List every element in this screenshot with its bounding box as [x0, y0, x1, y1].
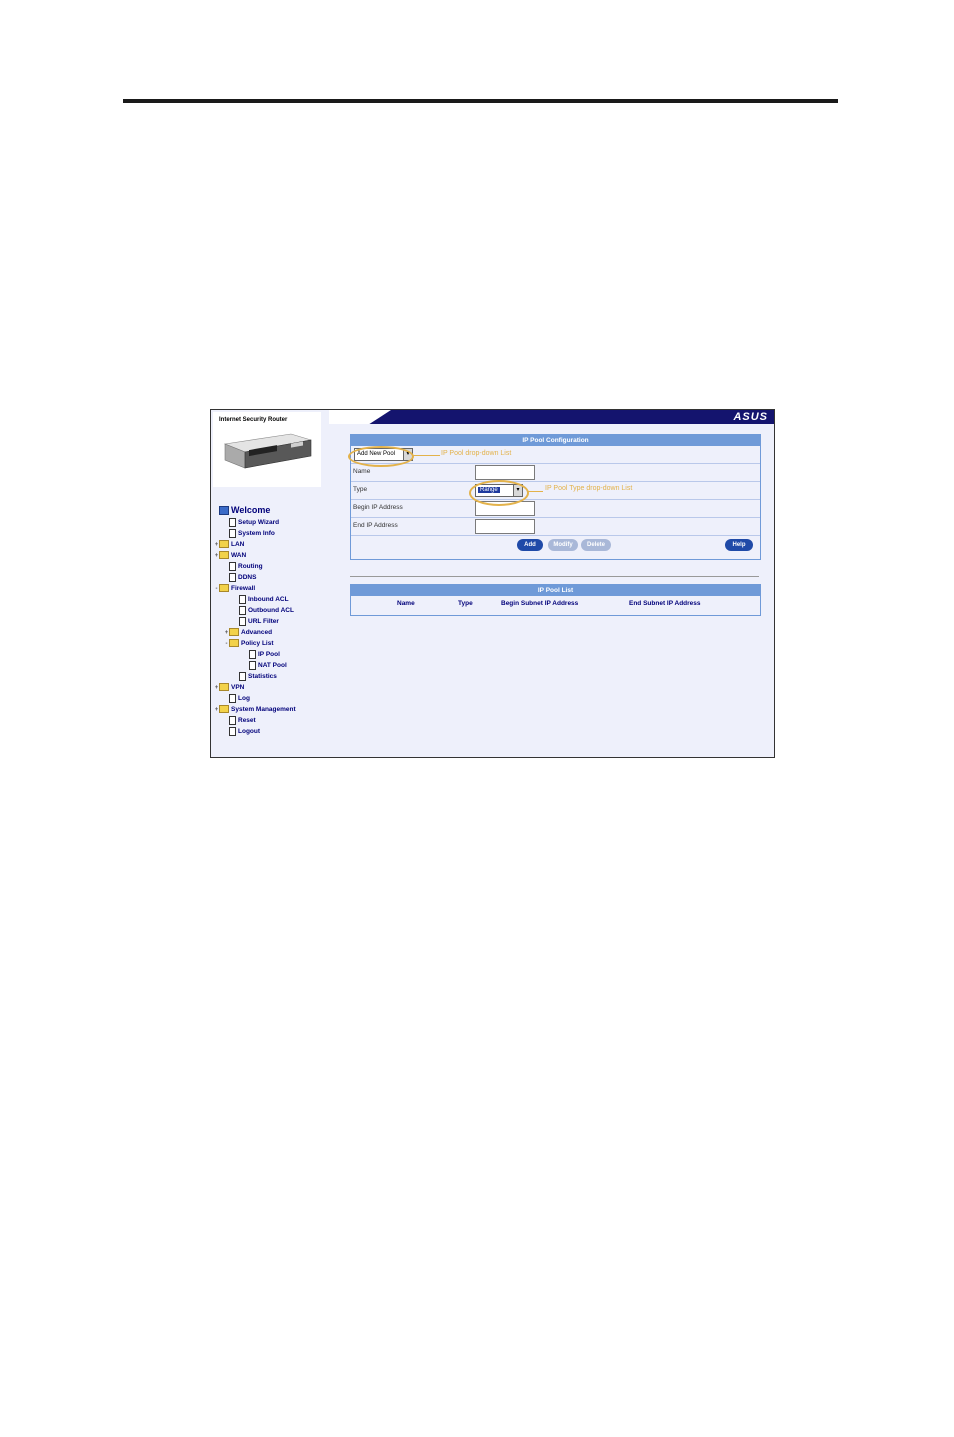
monitor-icon: [219, 506, 229, 516]
page-icon: [239, 671, 246, 681]
page-icon: [249, 660, 256, 670]
nav-item[interactable]: Log: [214, 693, 296, 704]
page-icon: [229, 693, 236, 703]
name-input[interactable]: [475, 465, 535, 480]
nav-item[interactable]: System Info: [214, 528, 296, 539]
nav-item-label: System Management: [231, 706, 296, 713]
folder-icon: [219, 683, 229, 692]
nav-item[interactable]: Logout: [214, 726, 296, 737]
nav-item-label: Log: [238, 695, 250, 702]
nav-item[interactable]: Reset: [214, 715, 296, 726]
page-icon: [229, 726, 236, 736]
nav-item-label: Advanced: [241, 629, 273, 636]
nav-item-label: LAN: [231, 541, 245, 548]
nav-item[interactable]: Outbound ACL: [214, 605, 296, 616]
end-ip-row: End IP Address: [351, 518, 760, 536]
nav-item[interactable]: Statistics: [214, 671, 296, 682]
pool-callout-text: IP Pool drop-down List: [441, 450, 512, 457]
list-header: IP Pool List: [351, 585, 760, 596]
folder-icon: [219, 551, 229, 560]
nav-item[interactable]: IP Pool: [214, 649, 296, 660]
pool-callout-line: [412, 455, 440, 456]
nav-item[interactable]: Welcome: [214, 504, 296, 517]
col-begin-ip: Begin Subnet IP Address: [501, 600, 579, 607]
folder-icon: [229, 628, 239, 637]
nav-item[interactable]: Routing: [214, 561, 296, 572]
router-device-image: [223, 433, 312, 469]
name-label: Name: [353, 468, 371, 475]
nav-item-label: System Info: [238, 530, 275, 537]
brand-logo: ASUS: [733, 411, 768, 423]
nav-item-label: Routing: [238, 563, 263, 570]
nav-item-label: Welcome: [231, 505, 271, 515]
end-ip-label: End IP Address: [353, 522, 398, 529]
folder-icon: [219, 705, 229, 714]
page-icon: [229, 715, 236, 725]
name-row: Name: [351, 464, 760, 482]
page-icon: [249, 649, 256, 659]
pool-select-highlight-oval: [348, 446, 414, 467]
nav-item[interactable]: + LAN: [214, 539, 296, 550]
begin-ip-label: Begin IP Address: [353, 504, 403, 511]
nav-item-label: DDNS: [238, 574, 257, 581]
folder-icon: [219, 584, 229, 593]
nav-item-label: NAT Pool: [258, 662, 287, 669]
nav-item[interactable]: URL Filter: [214, 616, 296, 627]
end-ip-input[interactable]: [475, 519, 535, 534]
product-title: Internet Security Router: [219, 417, 288, 423]
nav-item[interactable]: - Policy List: [214, 638, 296, 649]
nav-item-label: URL Filter: [248, 618, 279, 625]
folder-icon: [229, 639, 239, 648]
page-icon: [229, 572, 236, 582]
nav-item-label: Firewall: [231, 585, 256, 592]
ip-pool-list-panel: IP Pool List Name Type Begin Subnet IP A…: [350, 584, 761, 616]
nav-item[interactable]: NAT Pool: [214, 660, 296, 671]
page-icon: [239, 605, 246, 615]
nav-item[interactable]: + Advanced: [214, 627, 296, 638]
nav-item-label: Statistics: [248, 673, 277, 680]
add-button[interactable]: Add: [517, 539, 543, 551]
section-divider: [350, 576, 759, 577]
product-panel: Internet Security Router: [213, 412, 321, 487]
config-header: IP Pool Configuration: [351, 435, 760, 446]
page-icon: [229, 561, 236, 571]
nav-item[interactable]: + System Management: [214, 704, 296, 715]
begin-ip-row: Begin IP Address: [351, 500, 760, 518]
nav-tree: Welcome Setup Wizard System Info + LAN + WAN Ro…: [214, 504, 296, 737]
nav-item-label: Inbound ACL: [248, 596, 289, 603]
nav-item-label: VPN: [231, 684, 245, 691]
folder-icon: [219, 540, 229, 549]
nav-item[interactable]: - Firewall: [214, 583, 296, 594]
col-type: Type: [458, 600, 473, 607]
help-button[interactable]: Help: [725, 539, 753, 551]
page-top-rule: [123, 99, 838, 103]
nav-item[interactable]: + VPN: [214, 682, 296, 693]
page-icon: [239, 594, 246, 604]
nav-item-label: Reset: [238, 717, 256, 724]
left-pane: Internet Security Router Welcome Setup Wi…: [211, 410, 329, 757]
nav-item[interactable]: Inbound ACL: [214, 594, 296, 605]
page-icon: [229, 517, 236, 527]
page-icon: [239, 616, 246, 626]
nav-item-label: Setup Wizard: [238, 519, 280, 526]
nav-item-label: Logout: [238, 728, 261, 735]
type-select-highlight-oval: [469, 480, 529, 506]
nav-item-label: Policy List: [241, 640, 274, 647]
col-name: Name: [397, 600, 415, 607]
type-label: Type: [353, 486, 368, 493]
nav-item[interactable]: + WAN: [214, 550, 296, 561]
col-end-ip: End Subnet IP Address: [629, 600, 701, 607]
nav-item-label: WAN: [231, 552, 247, 559]
nav-item[interactable]: Setup Wizard: [214, 517, 296, 528]
nav-item[interactable]: DDNS: [214, 572, 296, 583]
modify-button[interactable]: Modify: [548, 539, 578, 551]
router-admin-screenshot: ASUS Internet Security Router Welcome Set…: [210, 409, 775, 758]
type-callout-text: IP Pool Type drop-down List: [545, 485, 633, 492]
type-callout-line: [527, 491, 543, 492]
delete-button[interactable]: Delete: [581, 539, 611, 551]
page-icon: [229, 528, 236, 538]
nav-item-label: IP Pool: [258, 651, 280, 658]
nav-item-label: Outbound ACL: [248, 607, 294, 614]
